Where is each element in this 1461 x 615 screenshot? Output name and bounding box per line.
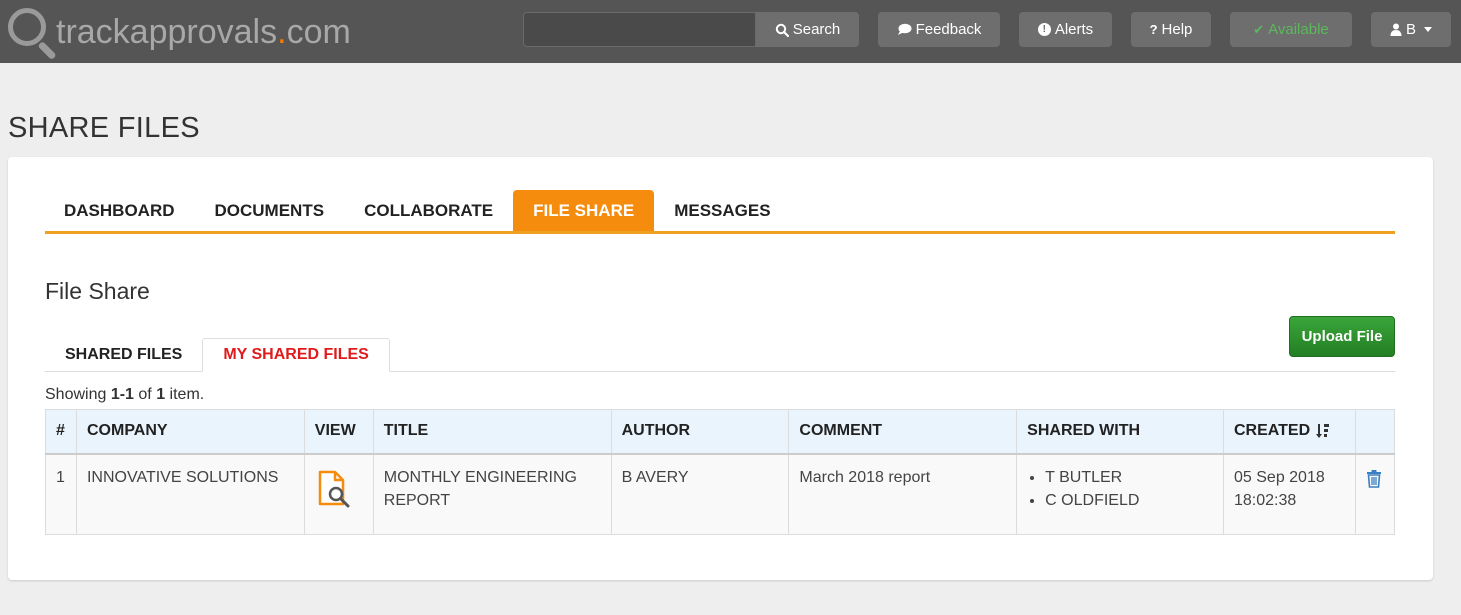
search-bar: Search (523, 12, 859, 47)
trash-icon[interactable] (1366, 469, 1382, 488)
shared-with-list: T BUTLER C OLDFIELD (1027, 466, 1213, 512)
tab-messages[interactable]: MESSAGES (654, 190, 790, 231)
cell-comment: March 2018 report (788, 453, 1018, 535)
logo-text: trackapprovals.com (56, 13, 351, 51)
magnifier-icon (6, 6, 57, 61)
cell-company: INNOVATIVE SOLUTIONS (75, 453, 305, 535)
column-header-created[interactable]: CREATED (1223, 409, 1356, 454)
user-menu-button[interactable]: B (1371, 12, 1451, 47)
search-input[interactable] (523, 12, 756, 47)
tab-collaborate[interactable]: COLLABORATE (344, 190, 513, 231)
tab-file-share[interactable]: FILE SHARE (513, 190, 655, 231)
subtab-my-shared-files[interactable]: MY SHARED FILES (202, 338, 390, 372)
table-header-row: # COMPANY VIEW TITLE AUTHOR COMMENT SHAR… (45, 409, 1396, 454)
tab-dashboard[interactable]: DASHBOARD (45, 190, 195, 231)
user-label: B (1405, 21, 1416, 38)
content-card: DASHBOARD DOCUMENTS COLLABORATE FILE SHA… (8, 157, 1433, 580)
column-header-author[interactable]: AUTHOR (610, 409, 790, 454)
exclamation-circle-icon: ! (1037, 23, 1051, 36)
results-summary: Showing 1-1 of 1 item. (45, 386, 205, 403)
search-button[interactable]: Search (756, 12, 859, 47)
availability-label: Available (1268, 21, 1329, 38)
shared-with-item: T BUTLER (1045, 466, 1213, 489)
column-header-actions (1354, 409, 1396, 454)
column-header-company[interactable]: COMPANY (75, 409, 305, 454)
search-button-label: Search (792, 21, 841, 38)
section-title: File Share (45, 278, 150, 304)
column-header-title[interactable]: TITLE (372, 409, 612, 454)
check-icon: ✔ (1253, 22, 1265, 37)
alerts-button[interactable]: ! Alerts (1019, 12, 1112, 47)
document-search-icon[interactable] (315, 470, 353, 508)
tab-documents[interactable]: DOCUMENTS (195, 190, 345, 231)
caret-down-icon (1424, 27, 1432, 32)
user-icon (1390, 23, 1402, 36)
help-button[interactable]: ? Help (1131, 12, 1211, 47)
column-header-comment[interactable]: COMMENT (788, 409, 1018, 454)
created-date: 05 Sep 2018 (1234, 468, 1325, 486)
cell-actions (1354, 453, 1396, 535)
cell-title: MONTHLY ENGINEERING REPORT (372, 453, 612, 535)
table-row: 1 INNOVATIVE SOLUTIONS MONTHLY ENGINEERI… (45, 453, 1396, 535)
cell-author: B AVERY (610, 453, 790, 535)
help-label: Help (1161, 21, 1193, 38)
subtab-shared-files[interactable]: SHARED FILES (45, 338, 202, 371)
feedback-button[interactable]: Feedback (878, 12, 1000, 47)
feedback-label: Feedback (915, 21, 982, 38)
cell-created: 05 Sep 2018 18:02:38 (1223, 453, 1356, 535)
column-header-view: VIEW (303, 409, 374, 454)
shared-with-item: C OLDFIELD (1045, 489, 1213, 512)
alerts-label: Alerts (1054, 21, 1094, 38)
cell-number: 1 (45, 453, 77, 535)
main-nav: DASHBOARD DOCUMENTS COLLABORATE FILE SHA… (45, 190, 1395, 234)
created-time: 18:02:38 (1234, 491, 1297, 509)
shared-files-table: # COMPANY VIEW TITLE AUTHOR COMMENT SHAR… (45, 409, 1396, 535)
subtabs: SHARED FILES MY SHARED FILES (45, 338, 1395, 372)
logo[interactable]: trackapprovals.com (6, 5, 351, 61)
search-icon (775, 23, 789, 37)
availability-button[interactable]: ✔ Available (1230, 12, 1352, 47)
sort-desc-icon (1316, 424, 1330, 439)
cell-shared-with: T BUTLER C OLDFIELD (1016, 453, 1224, 535)
top-bar: trackapprovals.com Search Feedback ! Ale… (0, 0, 1461, 63)
cell-view (303, 453, 374, 535)
column-header-shared-with: SHARED WITH (1016, 409, 1224, 454)
question-icon: ? (1149, 22, 1158, 37)
column-header-number: # (45, 409, 77, 454)
speech-bubble-icon (897, 23, 912, 35)
page-title: SHARE FILES (8, 112, 200, 144)
